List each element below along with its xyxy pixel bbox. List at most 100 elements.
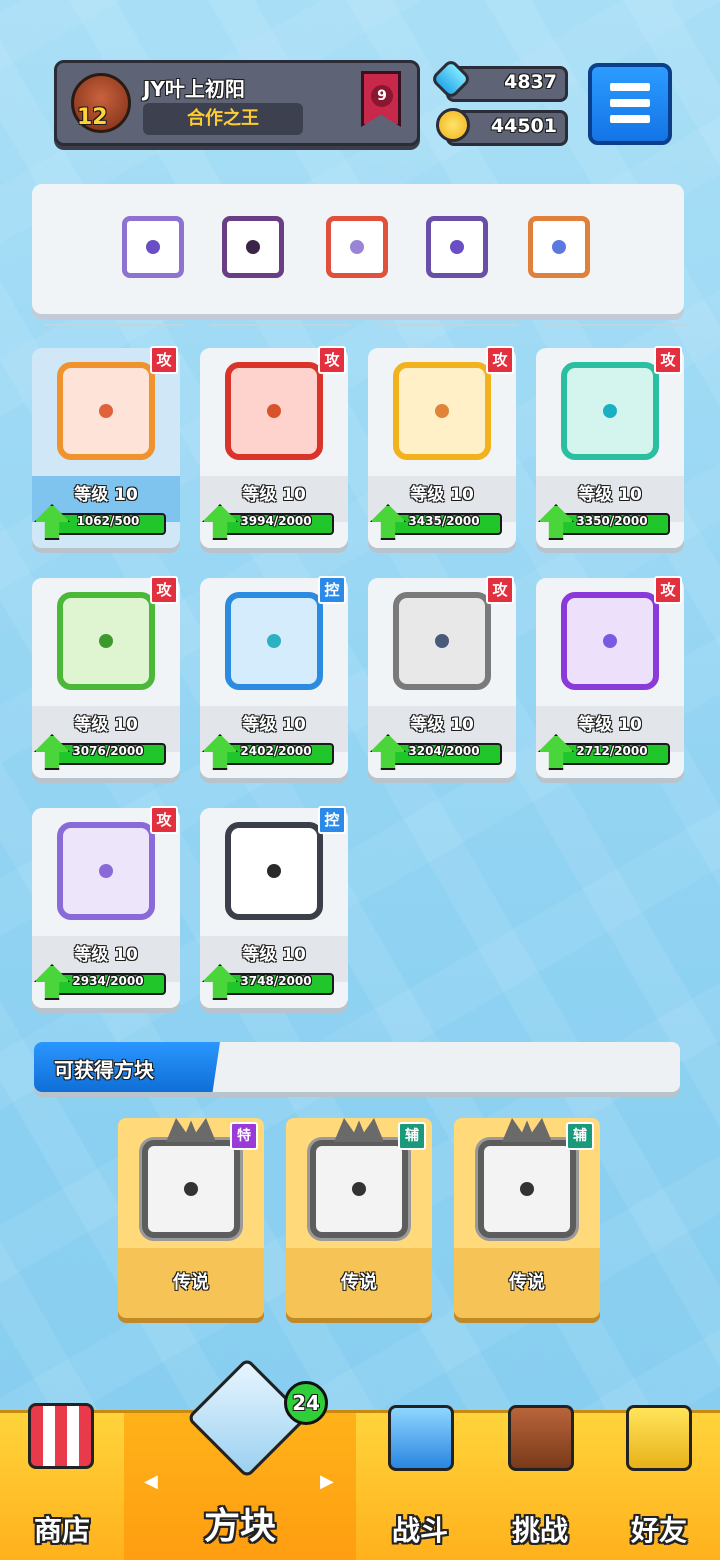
dice-count-badge: 24 (284, 1381, 328, 1425)
profile-panel[interactable]: 12 JY叶上初阳 合作之王 9 (54, 60, 420, 146)
legendary-dice-card[interactable]: 辅传说 (454, 1118, 600, 1318)
dice-type-tag: 特 (230, 1122, 258, 1150)
level-label: 等级 (74, 485, 109, 505)
dice-face (225, 592, 323, 690)
dice-card[interactable]: 控等级 10 3748/2000 (200, 806, 348, 1008)
player-level: 12 (77, 105, 108, 130)
dice-card[interactable]: 攻等级 10 3076/2000 (32, 576, 180, 778)
username: JY叶上初阳 (143, 77, 245, 101)
dice-type-tag: 攻 (654, 346, 682, 374)
level-label: 等级 (578, 715, 613, 735)
dice-type-tag: 攻 (150, 576, 178, 604)
upgrade-progress-text: 3350/2000 (576, 514, 648, 528)
nav-shop[interactable]: 商店 (0, 1403, 124, 1560)
dice-pip (450, 240, 464, 254)
level-label: 等级 (410, 485, 445, 505)
dice-pip (603, 634, 617, 648)
level-label: 等级 (410, 715, 445, 735)
dice-card[interactable]: 攻等级 10 3435/2000 (368, 346, 516, 548)
dice-card[interactable]: 控等级 10 2402/2000 (200, 576, 348, 778)
dice-pip (350, 240, 364, 254)
dice-type-tag: 控 (318, 576, 346, 604)
dice-type-tag: 攻 (150, 806, 178, 834)
level-label: 等级 (578, 485, 613, 505)
dice-type-tag: 攻 (150, 346, 178, 374)
legendary-dice-card[interactable]: 辅传说 (286, 1118, 432, 1318)
dice-type-tag: 攻 (318, 346, 346, 374)
dice-card[interactable]: 攻等级 10 2712/2000 (536, 576, 684, 778)
dice-pip (352, 1182, 366, 1196)
dice-pip (520, 1182, 534, 1196)
legendary-dice-face (142, 1140, 240, 1238)
dice-pip (99, 634, 113, 648)
level-text: 等级 10 (536, 710, 684, 735)
dice-card[interactable]: 攻等级 10 1062/500 (32, 346, 180, 548)
menu-icon (610, 83, 650, 91)
nav-friends[interactable]: 好友 (598, 1405, 720, 1560)
nav-battle[interactable]: 战斗 (358, 1405, 482, 1560)
dice-face (225, 362, 323, 460)
nav-left-arrow-icon[interactable]: ◀ (144, 1471, 158, 1492)
available-dice-header: 可获得方块 (34, 1042, 680, 1092)
battle-icon (388, 1405, 454, 1471)
nav-friends-label: 好友 (630, 1514, 687, 1547)
nav-right-arrow-icon[interactable]: ▶ (320, 1471, 334, 1492)
dice-face (57, 592, 155, 690)
equipped-slot-infinity-dice[interactable] (528, 216, 590, 278)
level-value: 10 (282, 715, 306, 735)
legendary-dice-face (478, 1140, 576, 1238)
upgrade-progress-text: 1062/500 (76, 514, 140, 528)
nav-battle-label: 战斗 (391, 1514, 448, 1547)
equipped-slot-purple-dice[interactable] (122, 216, 184, 278)
level-text: 等级 10 (32, 710, 180, 735)
dice-pip (184, 1182, 198, 1196)
nav-dice[interactable]: 24 ◀ ▶ 方块 (124, 1357, 356, 1560)
level-value: 10 (282, 945, 306, 965)
level-value: 10 (450, 715, 474, 735)
menu-icon-line (610, 99, 650, 107)
level-value: 10 (114, 715, 138, 735)
dice-pip (603, 404, 617, 418)
upgrade-progress-text: 3435/2000 (408, 514, 480, 528)
level-text: 等级 10 (200, 480, 348, 505)
rarity-label: 传说 (509, 1272, 545, 1293)
dice-face (57, 362, 155, 460)
level-value: 10 (618, 485, 642, 505)
menu-icon-line (610, 115, 650, 123)
upgrade-progress-text: 3994/2000 (240, 514, 312, 528)
menu-button[interactable] (588, 63, 672, 145)
level-label: 等级 (74, 945, 109, 965)
level-text: 等级 10 (536, 480, 684, 505)
rank-number: 9 (371, 85, 393, 107)
divider (44, 324, 184, 326)
level-text: 等级 10 (200, 940, 348, 965)
rarity-label: 传说 (173, 1272, 209, 1293)
available-title: 可获得方块 (54, 1058, 154, 1082)
upgrade-progress-text: 2402/2000 (240, 744, 312, 758)
upgrade-progress-text: 3204/2000 (408, 744, 480, 758)
divider (546, 324, 686, 326)
shop-icon (28, 1403, 94, 1469)
dice-pip (267, 634, 281, 648)
level-text: 等级 10 (32, 940, 180, 965)
level-label: 等级 (242, 715, 277, 735)
level-value: 10 (618, 715, 642, 735)
dice-face (393, 362, 491, 460)
dice-pip (246, 240, 260, 254)
equipped-slot-rainbow-dice[interactable] (326, 216, 388, 278)
level-text: 等级 10 (368, 480, 516, 505)
dice-card[interactable]: 攻等级 10 3350/2000 (536, 346, 684, 548)
nav-shop-label: 商店 (33, 1514, 90, 1547)
dice-card[interactable]: 攻等级 10 2934/2000 (32, 806, 180, 1008)
dice-type-tag: 攻 (486, 346, 514, 374)
legendary-dice-face (310, 1140, 408, 1238)
dice-card[interactable]: 攻等级 10 3994/2000 (200, 346, 348, 548)
nav-challenge[interactable]: 挑战 (480, 1405, 600, 1560)
dice-pip (267, 404, 281, 418)
legendary-dice-card[interactable]: 特传说 (118, 1118, 264, 1318)
equipped-slot-dark-vortex-dice[interactable] (222, 216, 284, 278)
challenge-icon (508, 1405, 574, 1471)
dice-card[interactable]: 攻等级 10 3204/2000 (368, 576, 516, 778)
equipped-slot-purple-dragon-dice[interactable] (426, 216, 488, 278)
level-label: 等级 (74, 715, 109, 735)
